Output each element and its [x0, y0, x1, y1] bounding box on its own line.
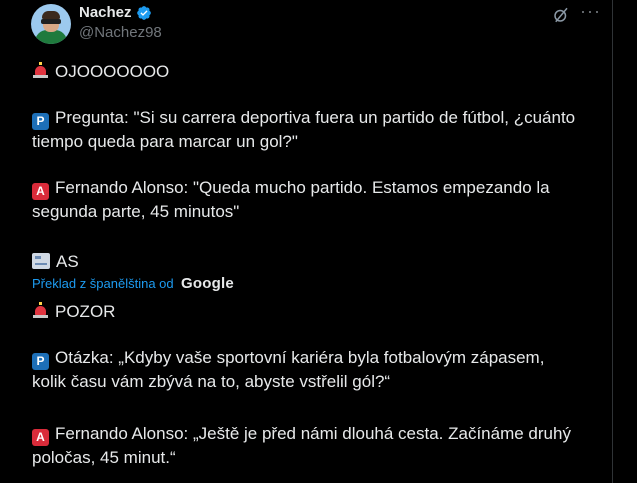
verified-badge-icon	[137, 6, 151, 20]
more-icon[interactable]: ···	[580, 2, 600, 25]
tweet-answer: A Fernando Alonso: "Queda mucho partido. …	[32, 178, 550, 221]
translated-line-alert: POZOR	[32, 300, 612, 323]
p-button-icon: P	[32, 353, 49, 370]
a-button-icon: A	[32, 183, 49, 200]
grok-icon[interactable]	[552, 6, 570, 24]
translated-answer: A Fernando Alonso: „Ještě je před námi dl…	[32, 424, 571, 467]
translation-notice[interactable]: Překlad z španělština od	[32, 276, 174, 291]
author-handle[interactable]: @Nachez98	[79, 24, 162, 41]
rotating-light-icon	[32, 302, 49, 319]
newspaper-icon	[32, 253, 50, 269]
tweet-question: P Pregunta: "Si su carrera deportiva fuer…	[32, 108, 576, 151]
google-logo: Google	[181, 275, 234, 292]
a-button-icon: A	[32, 429, 49, 446]
tweet-source: AS	[32, 250, 612, 273]
rotating-light-icon	[32, 62, 49, 79]
tweet[interactable]: Nachez @Nachez98 ··· OJOOOOOOO P Pregunta…	[0, 0, 612, 483]
tweet-line-alert: OJOOOOOOO	[32, 60, 612, 83]
author-name[interactable]: Nachez	[79, 4, 132, 21]
column-divider	[612, 0, 613, 483]
avatar[interactable]	[31, 4, 71, 44]
p-button-icon: P	[32, 113, 49, 130]
translated-question: P Otázka: „Kdyby vaše sportovní kariéra b…	[32, 348, 545, 391]
